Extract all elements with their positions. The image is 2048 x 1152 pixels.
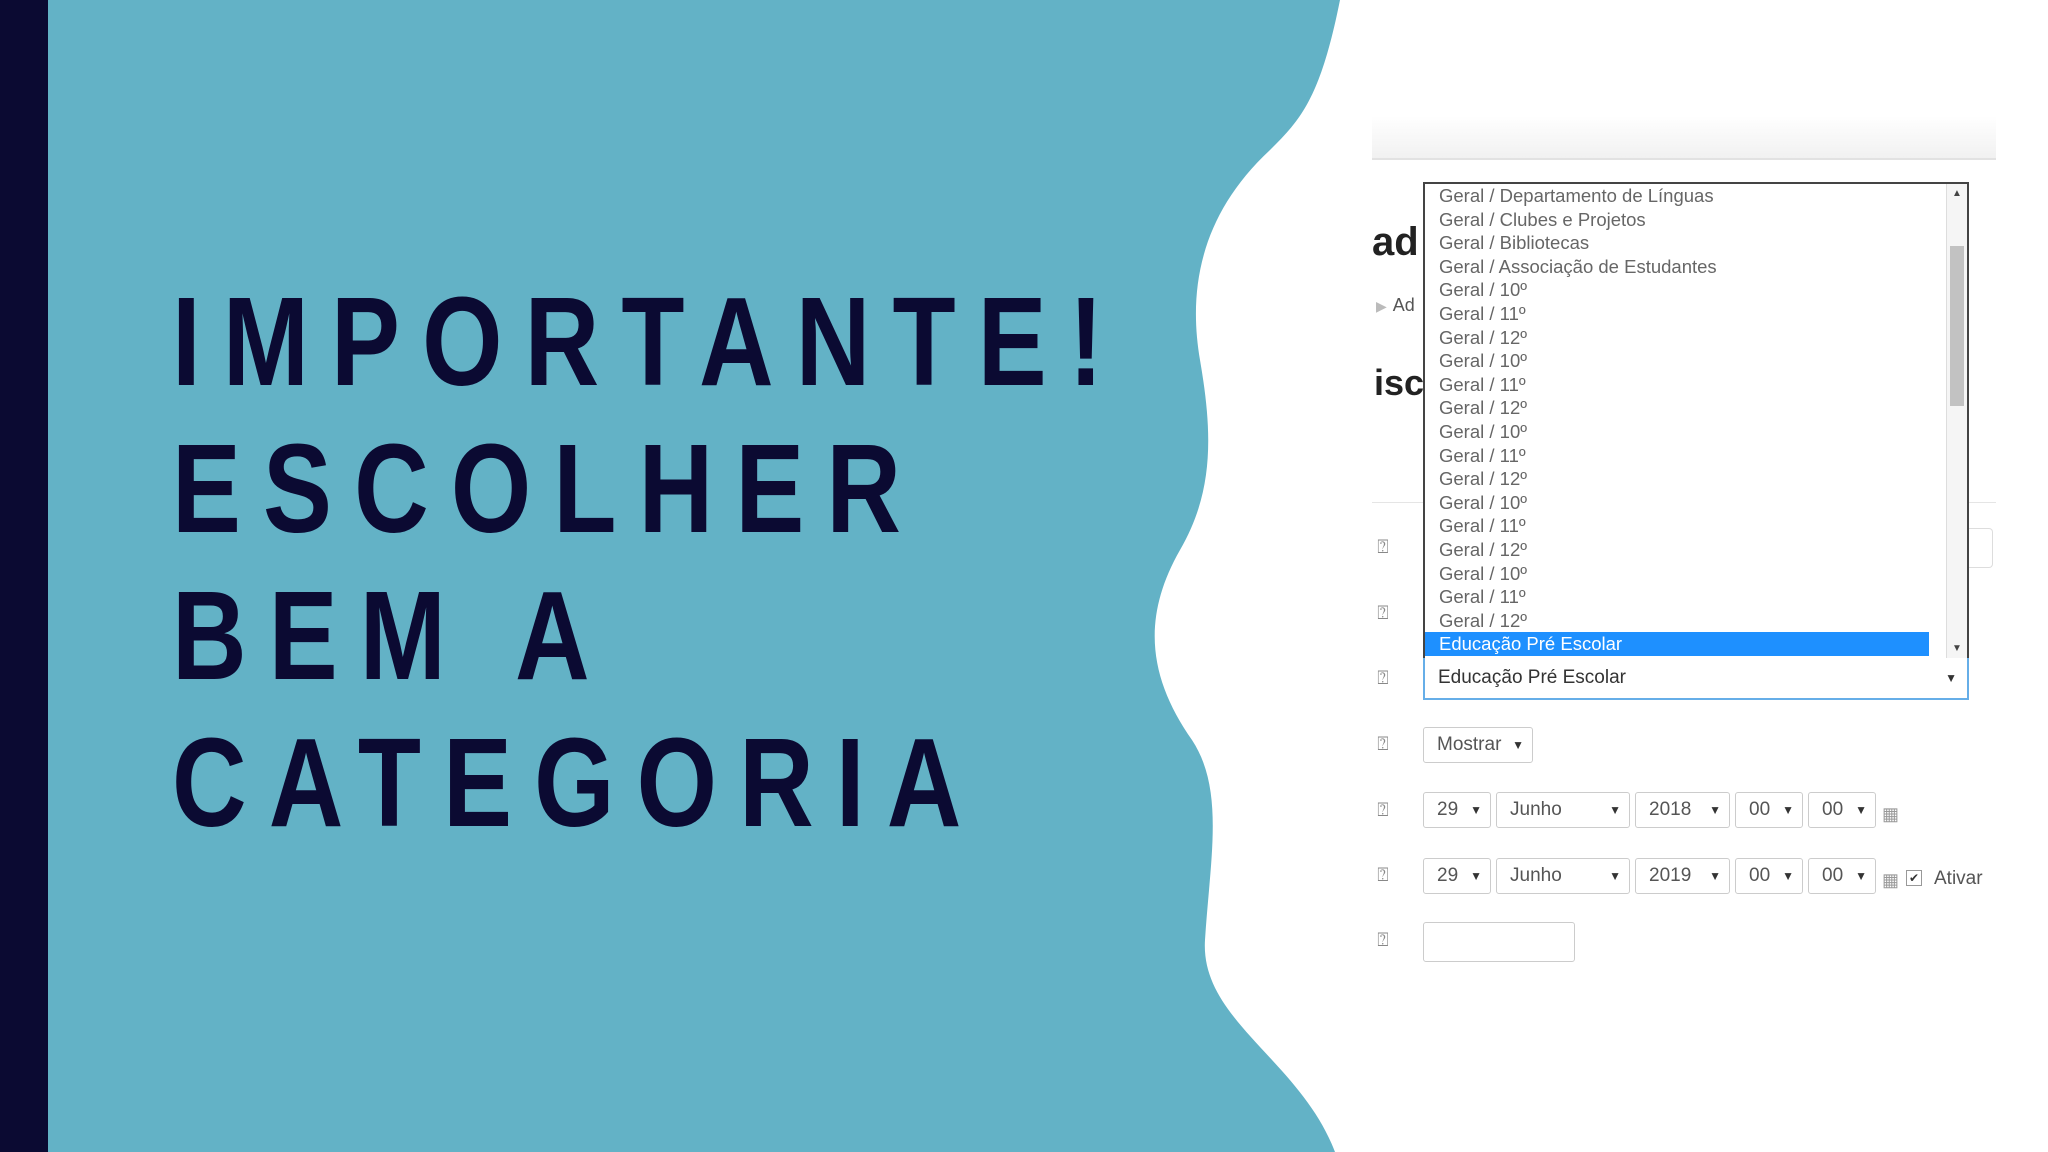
category-option[interactable]: Geral / 10º bbox=[1425, 278, 1929, 302]
start-hour-select[interactable]: 00 ▼ bbox=[1735, 792, 1803, 828]
category-option[interactable]: Geral / 10º bbox=[1425, 562, 1929, 586]
chevron-down-icon: ▼ bbox=[1609, 869, 1621, 883]
visibility-value: Mostrar bbox=[1437, 734, 1502, 755]
chevron-down-icon: ▼ bbox=[1470, 803, 1482, 817]
chevron-down-icon: ▼ bbox=[1782, 803, 1794, 817]
help-icon[interactable]: ⍰ bbox=[1372, 734, 1394, 756]
chevron-down-icon: ▼ bbox=[1470, 869, 1482, 883]
help-icon[interactable]: ⍰ bbox=[1372, 603, 1394, 625]
help-icon[interactable]: ⍰ bbox=[1372, 865, 1394, 887]
category-option[interactable]: Geral / 11º bbox=[1425, 373, 1929, 397]
end-hour-select[interactable]: 00 ▼ bbox=[1735, 858, 1803, 894]
chevron-down-icon: ▼ bbox=[1512, 738, 1524, 752]
calendar-icon[interactable]: ▦ bbox=[1882, 870, 1902, 890]
category-option[interactable]: Geral / 12º bbox=[1425, 326, 1929, 350]
help-icon[interactable]: ⍰ bbox=[1372, 930, 1394, 952]
category-option-selected[interactable]: Educação Pré Escolar bbox=[1425, 632, 1929, 656]
start-hour-value: 00 bbox=[1749, 799, 1771, 820]
headline-line-2: ESCOLHER bbox=[172, 418, 924, 559]
scrollbar-thumb[interactable] bbox=[1950, 246, 1964, 406]
chevron-down-icon: ▼ bbox=[1709, 869, 1721, 883]
category-option[interactable]: Geral / 11º bbox=[1425, 444, 1929, 468]
course-id-input[interactable] bbox=[1423, 922, 1575, 962]
page-heading-fragment: ad bbox=[1372, 220, 1419, 264]
dropdown-scrollbar[interactable]: ▲ ▼ bbox=[1946, 184, 1967, 658]
course-form-screenshot: ad ▶ Ad isc ⍰ ⍰ ⍰ ⍰ ⍰ ⍰ ⍰ Geral / Departa… bbox=[1372, 0, 2048, 1152]
category-option[interactable]: Geral / Associação de Estudantes bbox=[1425, 255, 1929, 279]
calendar-icon[interactable]: ▦ bbox=[1882, 804, 1902, 824]
category-option[interactable]: Geral / Departamento de Línguas bbox=[1425, 184, 1929, 208]
start-minute-value: 00 bbox=[1822, 799, 1844, 820]
chevron-down-icon: ▼ bbox=[1945, 671, 1957, 685]
category-option[interactable]: Geral / Bibliotecas bbox=[1425, 231, 1929, 255]
chevron-down-icon: ▼ bbox=[1855, 803, 1867, 817]
category-option[interactable]: Geral / 12º bbox=[1425, 538, 1929, 562]
end-year-select[interactable]: 2019 ▼ bbox=[1635, 858, 1730, 894]
start-day-select[interactable]: 29 ▼ bbox=[1423, 792, 1491, 828]
visibility-select[interactable]: Mostrar ▼ bbox=[1423, 727, 1533, 763]
end-hour-value: 00 bbox=[1749, 865, 1771, 886]
end-day-value: 29 bbox=[1437, 865, 1459, 886]
end-month-value: Junho bbox=[1510, 865, 1562, 886]
category-select[interactable]: Educação Pré Escolar ▼ bbox=[1423, 658, 1969, 700]
chevron-down-icon: ▼ bbox=[1782, 869, 1794, 883]
help-icon[interactable]: ⍰ bbox=[1372, 537, 1394, 559]
category-options: Geral / Departamento de Línguas Geral / … bbox=[1425, 184, 1967, 656]
end-month-select[interactable]: Junho ▼ bbox=[1496, 858, 1630, 894]
category-option[interactable]: Geral / 12º bbox=[1425, 467, 1929, 491]
category-option[interactable]: Geral / Clubes e Projetos bbox=[1425, 208, 1929, 232]
chevron-down-icon: ▼ bbox=[1855, 869, 1867, 883]
category-dropdown-list[interactable]: Geral / Departamento de Línguas Geral / … bbox=[1423, 182, 1969, 660]
help-icon[interactable]: ⍰ bbox=[1372, 668, 1394, 690]
start-month-value: Junho bbox=[1510, 799, 1562, 820]
category-select-value: Educação Pré Escolar bbox=[1438, 667, 1626, 688]
breadcrumb-label: Ad bbox=[1392, 295, 1415, 315]
headline: IMPORTANTE! ESCOLHER BEM A CATEGORIA bbox=[172, 268, 1125, 856]
headline-line-4: CATEGORIA bbox=[172, 712, 984, 853]
top-navbar bbox=[1372, 116, 1996, 160]
help-icon[interactable]: ⍰ bbox=[1372, 800, 1394, 822]
start-year-value: 2018 bbox=[1649, 799, 1692, 820]
headline-line-3: BEM A bbox=[172, 565, 612, 706]
category-option[interactable]: Geral / 10º bbox=[1425, 420, 1929, 444]
category-option[interactable]: Geral / 10º bbox=[1425, 349, 1929, 373]
end-minute-value: 00 bbox=[1822, 865, 1844, 886]
scroll-down-icon[interactable]: ▼ bbox=[1947, 643, 1967, 654]
category-option[interactable]: Geral / 11º bbox=[1425, 514, 1929, 538]
start-month-select[interactable]: Junho ▼ bbox=[1496, 792, 1630, 828]
enable-checkbox[interactable]: ✔ bbox=[1906, 870, 1922, 886]
caret-right-icon: ▶ bbox=[1376, 298, 1387, 314]
chevron-down-icon: ▼ bbox=[1609, 803, 1621, 817]
breadcrumb[interactable]: ▶ Ad bbox=[1376, 295, 1415, 316]
scroll-up-icon[interactable]: ▲ bbox=[1947, 188, 1967, 199]
start-minute-select[interactable]: 00 ▼ bbox=[1808, 792, 1876, 828]
section-heading-fragment: isc bbox=[1374, 362, 1425, 403]
chevron-down-icon: ▼ bbox=[1709, 803, 1721, 817]
category-option[interactable]: Geral / 11º bbox=[1425, 585, 1929, 609]
end-minute-select[interactable]: 00 ▼ bbox=[1808, 858, 1876, 894]
category-option[interactable]: Geral / 12º bbox=[1425, 396, 1929, 420]
end-day-select[interactable]: 29 ▼ bbox=[1423, 858, 1491, 894]
category-option[interactable]: Geral / 12º bbox=[1425, 609, 1929, 633]
start-day-value: 29 bbox=[1437, 799, 1459, 820]
category-option[interactable]: Geral / 10º bbox=[1425, 491, 1929, 515]
headline-line-1: IMPORTANTE! bbox=[172, 271, 1126, 412]
enable-label: Ativar bbox=[1934, 868, 1983, 889]
category-option[interactable]: Geral / 11º bbox=[1425, 302, 1929, 326]
start-year-select[interactable]: 2018 ▼ bbox=[1635, 792, 1730, 828]
end-year-value: 2019 bbox=[1649, 865, 1692, 886]
